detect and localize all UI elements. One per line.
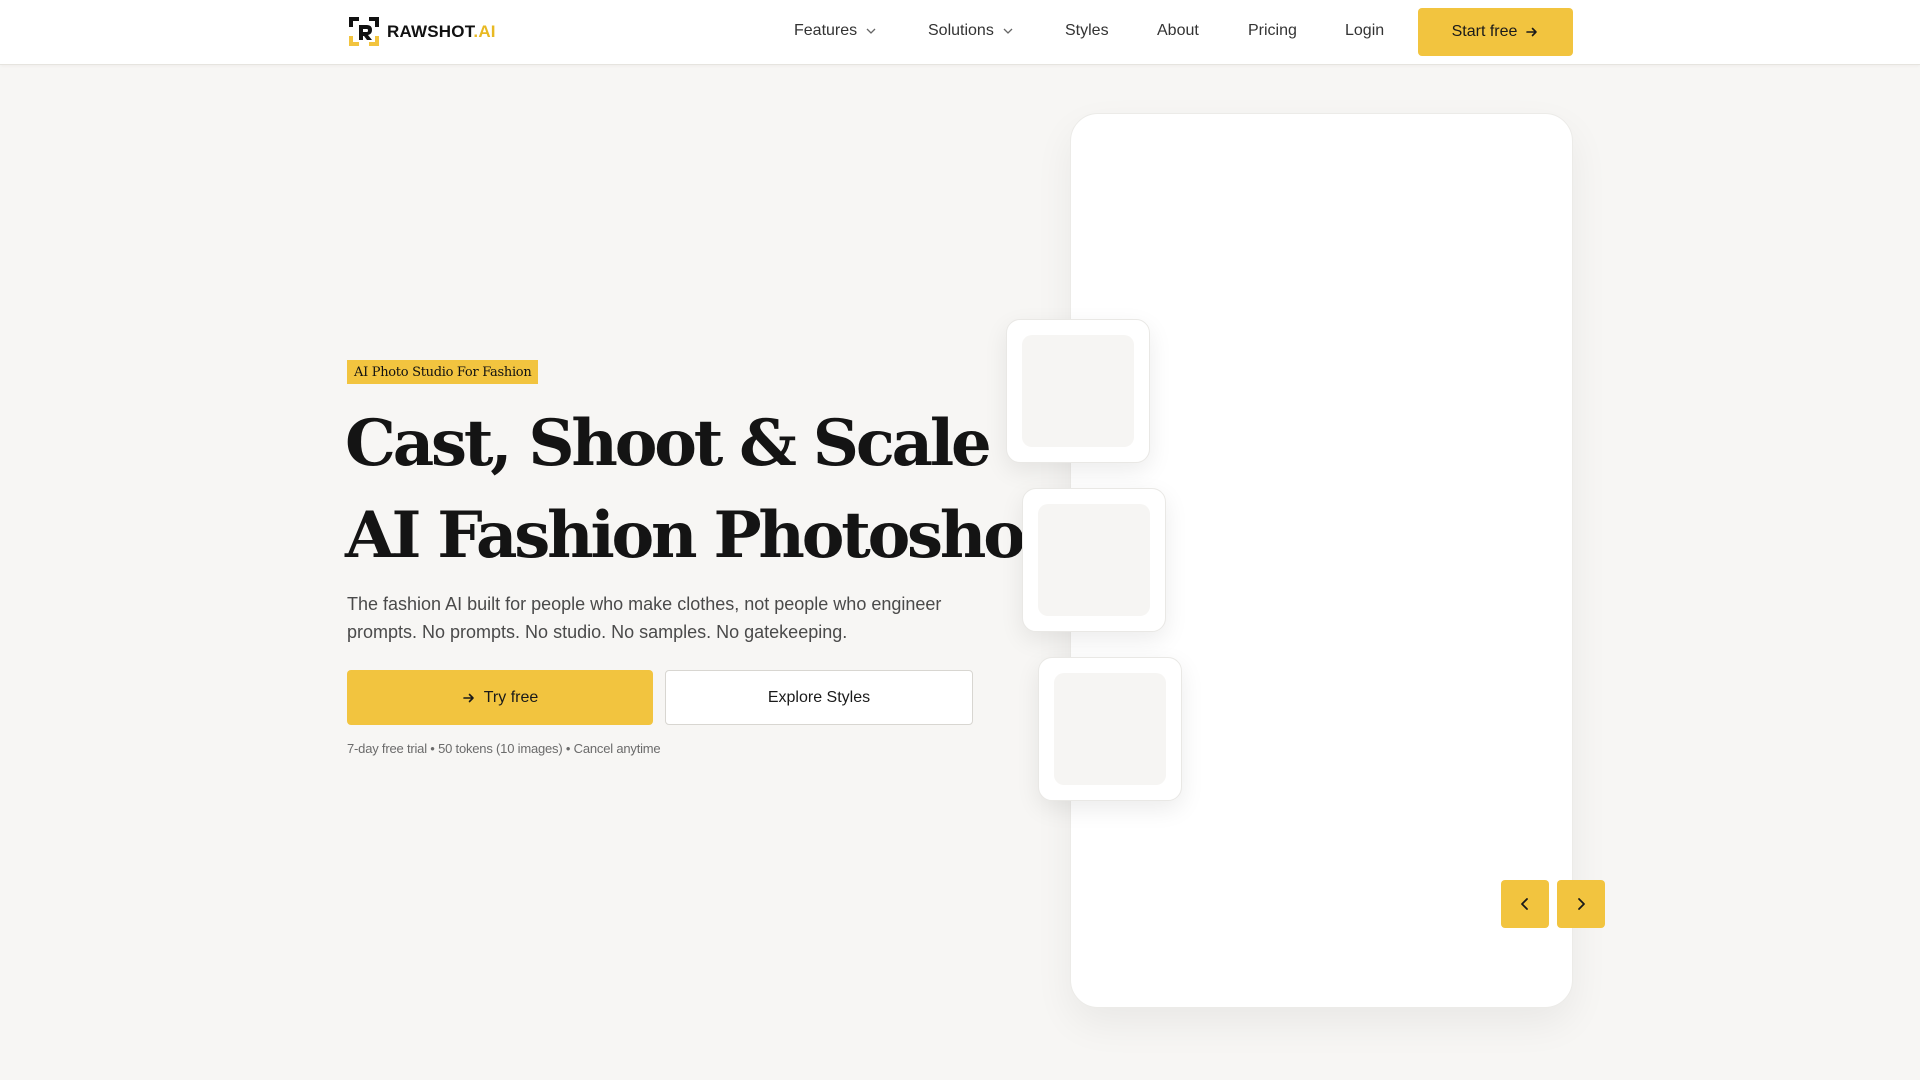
trial-note: 7-day free trial • 50 tokens (10 images)… [347,741,661,756]
nav-features-label: Features [794,22,858,39]
start-free-button[interactable]: Start free [1418,8,1573,56]
nav-styles-label: Styles [1065,22,1109,39]
nav-styles[interactable]: Styles [1065,22,1109,40]
logo[interactable]: RAWSHOT.AI [347,15,496,48]
explore-styles-button[interactable]: Explore Styles [665,670,973,725]
nav-login-label: Login [1345,22,1385,39]
logo-text: RAWSHOT.AI [387,21,496,41]
thumbnail-image [1022,335,1134,447]
carousel-next-button[interactable] [1557,880,1605,928]
nav-pricing-label: Pricing [1248,22,1297,39]
chevron-down-icon [1003,28,1013,34]
hero-headline-line1: Cast, Shoot & Scale [345,406,992,481]
thumbnail-image [1038,504,1150,616]
try-free-label: Try free [483,688,539,706]
hero-headline: Cast, Shoot & Scale AI Fashion Photoshoo… [345,398,1125,582]
nav-features[interactable]: Features [794,22,877,40]
nav-solutions[interactable]: Solutions [928,22,1014,40]
arrow-right-icon [462,693,474,702]
chevron-right-icon [1578,898,1585,910]
nav-pricing[interactable]: Pricing [1248,22,1297,40]
thumbnail-2[interactable] [1022,488,1166,632]
explore-styles-label: Explore Styles [767,688,871,706]
carousel-prev-button[interactable] [1501,880,1549,928]
thumbnail-3[interactable] [1038,657,1182,801]
site-header: RAWSHOT.AI Features Solutions Styles Abo… [0,0,1920,65]
hero-headline-line2: AI Fashion Photoshoots [345,498,1125,573]
hero-subtext: The fashion AI built for people who make… [347,594,942,642]
start-free-label: Start free [1451,23,1518,40]
nav-about[interactable]: About [1157,22,1199,40]
logo-mark-icon [347,15,381,48]
nav-about-label: About [1157,22,1199,39]
nav-solutions-label: Solutions [928,22,994,39]
chevron-down-icon [866,28,876,34]
arrow-right-icon [1526,27,1538,37]
try-free-button[interactable]: Try free [347,670,653,725]
thumbnail-image [1054,673,1166,785]
nav-login[interactable]: Login [1345,22,1384,40]
hero-badge: AI Photo Studio For Fashion [347,360,539,384]
chevron-left-icon [1521,898,1528,910]
thumbnail-1[interactable] [1006,319,1150,463]
hero-badge-label: AI Photo Studio For Fashion [354,364,532,380]
